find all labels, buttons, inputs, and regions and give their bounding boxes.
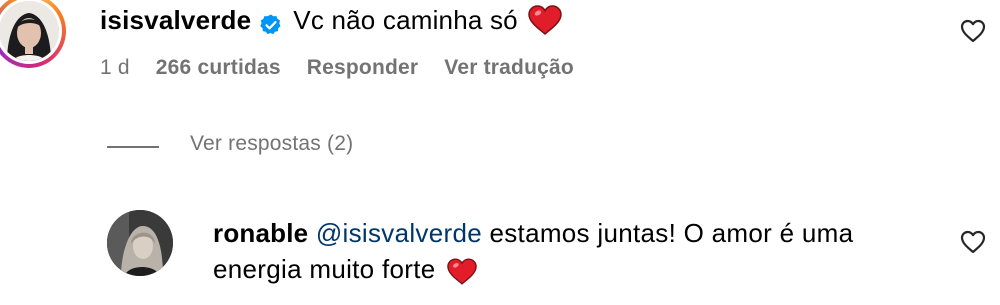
mention-link[interactable]: @isisvalverde xyxy=(316,218,482,248)
heart-outline-icon[interactable] xyxy=(960,19,986,43)
heart-outline-icon[interactable] xyxy=(960,230,986,254)
see-translation-button[interactable]: Ver tradução xyxy=(444,56,574,80)
replies-divider xyxy=(107,146,159,148)
reply-comment: ronable @isisvalverde estamos juntas! O … xyxy=(213,215,933,287)
reply-text: estamos juntas! O amor é uma energia mui… xyxy=(213,218,854,284)
reply-username[interactable]: ronable xyxy=(213,218,308,248)
red-heart-emoji-icon xyxy=(528,5,562,36)
reply-button[interactable]: Responder xyxy=(307,56,419,80)
comment-text: Vc não caminha só xyxy=(293,5,518,35)
comment-username[interactable]: isisvalverde xyxy=(100,0,251,40)
reply-avatar[interactable] xyxy=(107,210,173,276)
comments-panel: isisvalverde Vc não caminha só 1 d 266 c… xyxy=(0,0,1000,305)
comment-time: 1 d xyxy=(100,56,130,79)
comment-meta: 1 d 266 curtidas Responder Ver tradução xyxy=(100,56,600,80)
verified-badge-icon xyxy=(259,8,283,35)
story-ring[interactable] xyxy=(0,0,66,68)
likes-count[interactable]: 266 curtidas xyxy=(156,56,281,80)
red-heart-emoji-icon xyxy=(447,258,477,285)
view-replies-button[interactable]: Ver respostas (2) xyxy=(190,132,353,156)
comment: isisvalverde Vc não caminha só xyxy=(100,0,562,40)
avatar xyxy=(0,1,59,61)
